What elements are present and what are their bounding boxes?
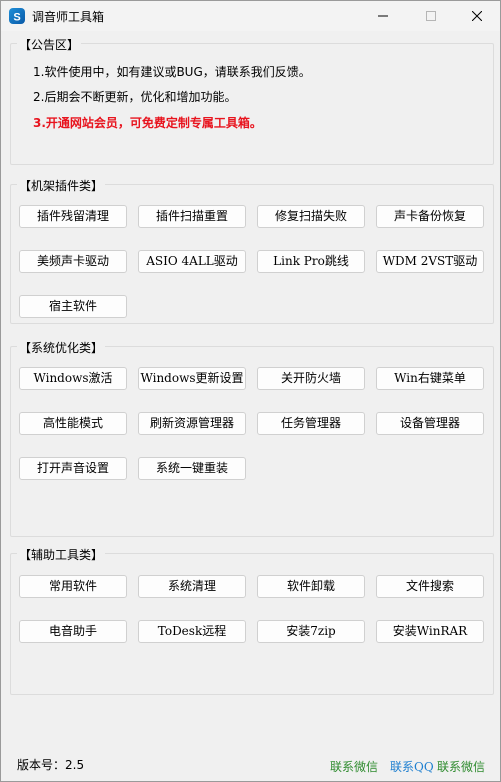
- version-label: 版本号：2.5: [17, 758, 85, 772]
- notice-line-3: 3.开通网站会员，可免费定制专属工具箱。: [33, 116, 262, 130]
- install-7zip-button[interactable]: 安装7zip: [257, 620, 365, 643]
- contact-wechat-link-2[interactable]: 联系微信: [437, 758, 485, 775]
- fix-scan-failure-button[interactable]: 修复扫描失败: [257, 205, 365, 228]
- plugin-scan-reset-button[interactable]: 插件扫描重置: [138, 205, 246, 228]
- edm-assistant-button[interactable]: 电音助手: [19, 620, 127, 643]
- notice-group: 【公告区】 1.软件使用中，如有建议或BUG，请联系我们反馈。 2.后期会不断更…: [10, 36, 494, 165]
- close-icon: [472, 11, 482, 21]
- windows-activate-button[interactable]: Windows激活: [19, 367, 127, 390]
- system-reinstall-button[interactable]: 系统一键重装: [138, 457, 246, 480]
- window-title: 调音师工具箱: [32, 10, 105, 24]
- link-pro-patch-button[interactable]: Link Pro跳线: [257, 250, 365, 273]
- host-software-button[interactable]: 宿主软件: [19, 295, 127, 318]
- app-window: S 调音师工具箱 【公告区】 1.软件使用中，如有建议或BUG，请联系我们反馈。…: [0, 0, 501, 782]
- system-optimize-group-title: 【系统优化类】: [17, 339, 106, 356]
- soundcard-backup-restore-button[interactable]: 声卡备份恢复: [376, 205, 484, 228]
- notice-line-2: 2.后期会不断更新，优化和增加功能。: [33, 90, 237, 104]
- wdm2vst-driver-button[interactable]: WDM 2VST驱动: [376, 250, 484, 273]
- task-manager-button[interactable]: 任务管理器: [257, 412, 365, 435]
- plugin-residue-clean-button[interactable]: 插件残留清理: [19, 205, 127, 228]
- asio4all-driver-button[interactable]: ASIO 4ALL驱动: [138, 250, 246, 273]
- open-sound-settings-button[interactable]: 打开声音设置: [19, 457, 127, 480]
- title-bar[interactable]: S 调音师工具箱: [1, 1, 500, 31]
- close-button[interactable]: [454, 1, 500, 31]
- todesk-remote-button[interactable]: ToDesk远程: [138, 620, 246, 643]
- software-uninstall-button[interactable]: 软件卸载: [257, 575, 365, 598]
- firewall-toggle-button[interactable]: 关开防火墙: [257, 367, 365, 390]
- minimize-icon: [378, 15, 388, 17]
- maximize-icon: [426, 11, 436, 21]
- minimize-button[interactable]: [360, 1, 406, 31]
- meipin-soundcard-driver-button[interactable]: 美频声卡驱动: [19, 250, 127, 273]
- device-manager-button[interactable]: 设备管理器: [376, 412, 484, 435]
- app-icon: S: [9, 8, 25, 24]
- win-context-menu-button[interactable]: Win右键菜单: [376, 367, 484, 390]
- contact-wechat-link[interactable]: 联系微信: [330, 758, 378, 775]
- system-clean-button[interactable]: 系统清理: [138, 575, 246, 598]
- svg-text:S: S: [13, 12, 20, 24]
- rack-plugin-group-title: 【机架插件类】: [17, 177, 106, 194]
- common-software-button[interactable]: 常用软件: [19, 575, 127, 598]
- notice-group-title: 【公告区】: [17, 36, 82, 53]
- maximize-button[interactable]: [408, 1, 454, 31]
- install-winrar-button[interactable]: 安装WinRAR: [376, 620, 484, 643]
- high-performance-mode-button[interactable]: 高性能模式: [19, 412, 127, 435]
- aux-tools-group-title: 【辅助工具类】: [17, 546, 106, 563]
- file-search-button[interactable]: 文件搜索: [376, 575, 484, 598]
- refresh-explorer-button[interactable]: 刷新资源管理器: [138, 412, 246, 435]
- contact-qq-link[interactable]: 联系QQ: [390, 758, 434, 775]
- windows-update-settings-button[interactable]: Windows更新设置: [138, 367, 246, 390]
- notice-line-1: 1.软件使用中，如有建议或BUG，请联系我们反馈。: [33, 65, 311, 79]
